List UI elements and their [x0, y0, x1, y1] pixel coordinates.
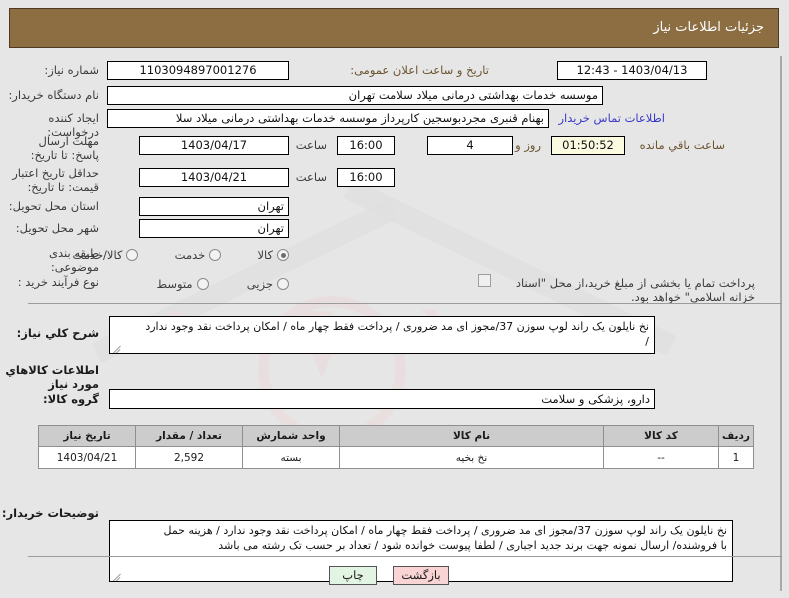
buyer-notes-label: توضیحات خریدار: — [1, 506, 99, 520]
col-date: تاریخ نیاز — [38, 425, 136, 447]
col-radif: ردیف — [718, 425, 754, 447]
radio-process-jozii[interactable] — [277, 278, 289, 290]
goods-group-field[interactable]: دارو، پزشکی و سلامت — [109, 389, 655, 409]
window-titlebar: جزئیات اطلاعات نیاز — [9, 8, 779, 48]
announce-datetime-label: تاریخ و ساعت اعلان عمومی: — [350, 63, 489, 77]
delivery-city-label: شهر محل تحویل: — [15, 221, 99, 235]
radio-process-motavaset-label: متوسط — [156, 277, 193, 291]
general-description-label: شرح کلي نياز: — [16, 326, 99, 340]
col-quantity: تعداد / مقدار — [135, 425, 243, 447]
purchase-process-group: جزیی متوسط — [152, 273, 289, 292]
delivery-province-label: استان محل تحویل: — [8, 199, 99, 213]
table-row[interactable]: 1 -- نخ بخیه بسته 2,592 1403/04/21 — [38, 446, 754, 469]
remaining-days-label: روز و — [515, 138, 541, 152]
col-code: کد کالا — [603, 425, 719, 447]
page-root: iranTender.net جزئیات اطلاعات نیاز شماره… — [0, 0, 789, 598]
goods-section-heading: اطلاعات كالاهاي مورد نياز — [5, 363, 99, 391]
announce-datetime-field[interactable]: 1403/04/13 - 12:43 — [557, 61, 707, 80]
radio-subject-khedmat-label: خدمت — [174, 248, 206, 262]
delivery-city-field[interactable]: تهران — [139, 219, 289, 238]
need-number-field[interactable]: 1103094897001276 — [107, 61, 289, 80]
delivery-province-field[interactable]: تهران — [139, 197, 289, 216]
general-description-textarea[interactable]: نخ نایلون یک راند لوپ سوزن 37/مجوز ای مد… — [109, 316, 655, 354]
price-validity-date-field[interactable]: 1403/04/21 — [139, 168, 289, 187]
cell-name: نخ بخیه — [339, 446, 604, 469]
response-deadline-label: مهلت ارسال پاسخ: تا تاریخ: — [30, 134, 99, 162]
cell-unit: بسته — [242, 446, 340, 469]
cell-code: -- — [603, 446, 719, 469]
table-header-row: ردیف کد کالا نام کالا واحد شمارش تعداد /… — [38, 425, 754, 447]
remaining-days-field[interactable]: 4 — [427, 136, 513, 155]
purchase-process-label: نوع فرآیند خرید : — [17, 275, 99, 289]
print-button[interactable]: چاپ — [329, 566, 377, 585]
price-validity-label: حداقل تاریخ اعتبار قیمت: تا تاریخ: — [12, 166, 99, 194]
buyer-notes-value: نخ نایلون یک راند لوپ سوزن 37/مجوز ای مد… — [163, 524, 727, 552]
request-creator-field[interactable]: بهنام قنبری مجردبوسجین کارپرداز موسسه خد… — [107, 109, 549, 128]
divider-above-footer — [28, 556, 782, 557]
page-title: جزئیات اطلاعات نیاز — [653, 20, 764, 35]
goods-group-label: گروه کالا: — [43, 392, 99, 406]
cell-radif: 1 — [718, 446, 754, 469]
resize-grip-icon[interactable] — [112, 570, 122, 580]
radio-subject-kala-khedmat[interactable] — [126, 249, 139, 261]
price-validity-time-field[interactable]: 16:00 — [337, 168, 395, 187]
radio-process-motavaset[interactable] — [196, 278, 209, 290]
radio-subject-kala-khedmat-label: کالا/خدمت — [72, 248, 123, 262]
radio-subject-kala-label: کالا — [257, 248, 273, 262]
islamic-treasury-label: پرداخت تمام یا بخشی از مبلغ خرید،از محل … — [515, 276, 755, 304]
col-name: نام کالا — [339, 425, 604, 447]
goods-table: ردیف کد کالا نام کالا واحد شمارش تعداد /… — [38, 425, 754, 469]
price-validity-time-label: ساعت — [295, 170, 327, 184]
subject-category-group: کالا خدمت کالا/خدمت — [68, 244, 289, 263]
buyer-org-label: نام دستگاه خریدار: — [8, 88, 99, 102]
buyer-org-field[interactable]: موسسه خدمات بهداشتی درمانی میلاد سلامت ت… — [107, 86, 603, 105]
radio-subject-kala[interactable] — [277, 249, 289, 261]
islamic-treasury-checkbox[interactable] — [478, 274, 491, 287]
back-button[interactable]: بازگشت — [393, 566, 449, 585]
general-description-value: نخ نایلون یک راند لوپ سوزن 37/مجوز ای مد… — [145, 320, 649, 348]
cell-quantity: 2,592 — [135, 446, 243, 469]
response-deadline-date-field[interactable]: 1403/04/17 — [139, 136, 289, 155]
buyer-contact-link[interactable]: اطلاعات تماس خریدار — [558, 111, 665, 125]
countdown-field: 01:50:52 — [551, 136, 625, 155]
radio-process-jozii-label: جزیی — [246, 277, 273, 291]
radio-subject-khedmat[interactable] — [209, 249, 222, 261]
cell-date: 1403/04/21 — [38, 446, 136, 469]
divider-above-description — [28, 303, 782, 304]
resize-grip-icon[interactable] — [112, 342, 122, 352]
col-unit: واحد شمارش — [242, 425, 340, 447]
need-number-label: شماره نیاز: — [44, 63, 99, 77]
countdown-label: ساعت باقي مانده — [639, 138, 725, 152]
response-deadline-time-label: ساعت — [295, 138, 327, 152]
response-deadline-time-field[interactable]: 16:00 — [337, 136, 395, 155]
